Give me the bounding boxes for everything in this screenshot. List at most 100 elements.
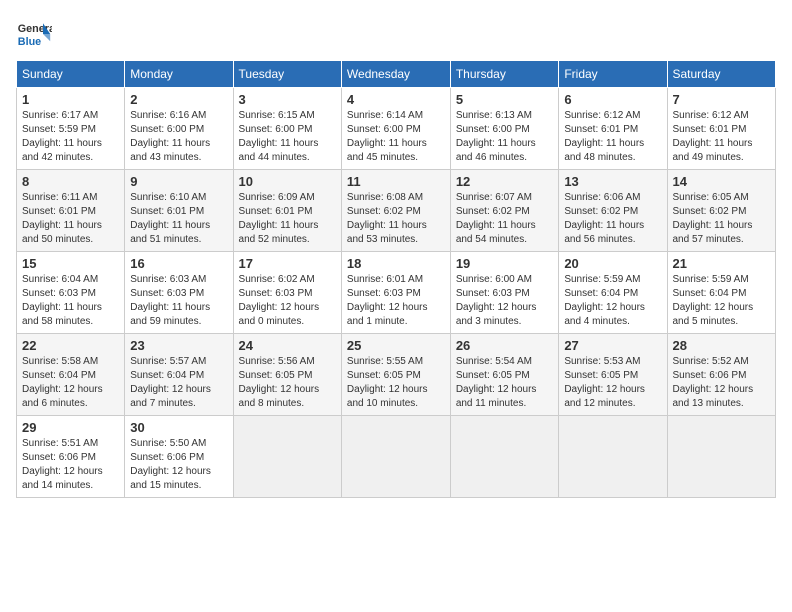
calendar-week-row: 29Sunrise: 5:51 AMSunset: 6:06 PMDayligh… xyxy=(17,416,776,498)
cell-info: Sunrise: 5:57 AMSunset: 6:04 PMDaylight:… xyxy=(130,355,227,411)
cell-info: Sunrise: 5:51 AMSunset: 6:06 PMDaylight:… xyxy=(22,437,119,493)
day-number: 13 xyxy=(564,174,661,189)
cell-info: Sunrise: 5:56 AMSunset: 6:05 PMDaylight:… xyxy=(239,355,336,411)
calendar-cell: 10 Sunrise: 6:09 AMSunset: 6:01 PMDayligh… xyxy=(233,170,341,252)
day-number: 25 xyxy=(347,338,445,353)
calendar-week-row: 1 Sunrise: 6:17 AMSunset: 5:59 PMDaylight… xyxy=(17,88,776,170)
calendar-cell: 7Sunrise: 6:12 AMSunset: 6:01 PMDaylight… xyxy=(667,88,776,170)
calendar-cell: 23 Sunrise: 5:57 AMSunset: 6:04 PMDayligh… xyxy=(125,334,233,416)
calendar-cell: 20 Sunrise: 5:59 AMSunset: 6:04 PMDayligh… xyxy=(559,252,667,334)
day-number: 15 xyxy=(22,256,119,271)
day-number: 30 xyxy=(130,420,227,435)
day-number: 3 xyxy=(239,92,336,107)
cell-info: Sunrise: 6:14 AMSunset: 6:00 PMDaylight:… xyxy=(347,109,445,165)
day-number: 2 xyxy=(130,92,227,107)
day-number: 7 xyxy=(673,92,771,107)
dow-header: Wednesday xyxy=(341,61,450,88)
calendar-cell: 26 Sunrise: 5:54 AMSunset: 6:05 PMDayligh… xyxy=(450,334,559,416)
calendar-week-row: 8 Sunrise: 6:11 AMSunset: 6:01 PMDaylight… xyxy=(17,170,776,252)
day-number: 18 xyxy=(347,256,445,271)
calendar-cell: 2 Sunrise: 6:16 AMSunset: 6:00 PMDaylight… xyxy=(125,88,233,170)
cell-info: Sunrise: 6:17 AMSunset: 5:59 PMDaylight:… xyxy=(22,109,119,165)
cell-info: Sunrise: 6:11 AMSunset: 6:01 PMDaylight:… xyxy=(22,191,119,247)
calendar-cell: 18 Sunrise: 6:01 AMSunset: 6:03 PMDayligh… xyxy=(341,252,450,334)
day-number: 20 xyxy=(564,256,661,271)
day-number: 19 xyxy=(456,256,554,271)
dow-header: Friday xyxy=(559,61,667,88)
cell-info: Sunrise: 5:53 AMSunset: 6:05 PMDaylight:… xyxy=(564,355,661,411)
calendar-cell: 1 Sunrise: 6:17 AMSunset: 5:59 PMDaylight… xyxy=(17,88,125,170)
calendar-cell: 30 Sunrise: 5:50 AMSunset: 6:06 PMDayligh… xyxy=(125,416,233,498)
calendar-cell: 14 Sunrise: 6:05 AMSunset: 6:02 PMDayligh… xyxy=(667,170,776,252)
dow-header: Sunday xyxy=(17,61,125,88)
cell-info: Sunrise: 6:13 AMSunset: 6:00 PMDaylight:… xyxy=(456,109,554,165)
day-number: 16 xyxy=(130,256,227,271)
cell-info: Sunrise: 5:50 AMSunset: 6:06 PMDaylight:… xyxy=(130,437,227,493)
calendar-week-row: 15 Sunrise: 6:04 AMSunset: 6:03 PMDayligh… xyxy=(17,252,776,334)
calendar-cell: 9 Sunrise: 6:10 AMSunset: 6:01 PMDaylight… xyxy=(125,170,233,252)
calendar-cell: 19Sunrise: 6:00 AMSunset: 6:03 PMDayligh… xyxy=(450,252,559,334)
day-number: 1 xyxy=(22,92,119,107)
cell-info: Sunrise: 6:10 AMSunset: 6:01 PMDaylight:… xyxy=(130,191,227,247)
cell-info: Sunrise: 5:58 AMSunset: 6:04 PMDaylight:… xyxy=(22,355,119,411)
calendar-cell xyxy=(667,416,776,498)
cell-info: Sunrise: 5:52 AMSunset: 6:06 PMDaylight:… xyxy=(673,355,771,411)
day-number: 26 xyxy=(456,338,554,353)
calendar-cell: 16 Sunrise: 6:03 AMSunset: 6:03 PMDayligh… xyxy=(125,252,233,334)
cell-info: Sunrise: 6:04 AMSunset: 6:03 PMDaylight:… xyxy=(22,273,119,329)
calendar-week-row: 22 Sunrise: 5:58 AMSunset: 6:04 PMDayligh… xyxy=(17,334,776,416)
day-number: 10 xyxy=(239,174,336,189)
calendar-cell: 13 Sunrise: 6:06 AMSunset: 6:02 PMDayligh… xyxy=(559,170,667,252)
calendar-cell xyxy=(233,416,341,498)
calendar-cell xyxy=(450,416,559,498)
calendar-cell: 24 Sunrise: 5:56 AMSunset: 6:05 PMDayligh… xyxy=(233,334,341,416)
cell-info: Sunrise: 5:59 AMSunset: 6:04 PMDaylight:… xyxy=(564,273,661,329)
day-number: 24 xyxy=(239,338,336,353)
day-number: 6 xyxy=(564,92,661,107)
day-number: 5 xyxy=(456,92,554,107)
day-number: 21 xyxy=(673,256,771,271)
day-number: 14 xyxy=(673,174,771,189)
calendar-cell: 29Sunrise: 5:51 AMSunset: 6:06 PMDayligh… xyxy=(17,416,125,498)
cell-info: Sunrise: 6:01 AMSunset: 6:03 PMDaylight:… xyxy=(347,273,445,329)
calendar-cell: 4 Sunrise: 6:14 AMSunset: 6:00 PMDaylight… xyxy=(341,88,450,170)
calendar-body: 1 Sunrise: 6:17 AMSunset: 5:59 PMDaylight… xyxy=(17,88,776,498)
calendar-cell: 22 Sunrise: 5:58 AMSunset: 6:04 PMDayligh… xyxy=(17,334,125,416)
cell-info: Sunrise: 6:06 AMSunset: 6:02 PMDaylight:… xyxy=(564,191,661,247)
calendar-cell: 12 Sunrise: 6:07 AMSunset: 6:02 PMDayligh… xyxy=(450,170,559,252)
calendar-cell: 3 Sunrise: 6:15 AMSunset: 6:00 PMDaylight… xyxy=(233,88,341,170)
cell-info: Sunrise: 6:16 AMSunset: 6:00 PMDaylight:… xyxy=(130,109,227,165)
cell-info: Sunrise: 6:15 AMSunset: 6:00 PMDaylight:… xyxy=(239,109,336,165)
dow-header: Tuesday xyxy=(233,61,341,88)
cell-info: Sunrise: 6:07 AMSunset: 6:02 PMDaylight:… xyxy=(456,191,554,247)
calendar-cell xyxy=(341,416,450,498)
dow-header: Monday xyxy=(125,61,233,88)
day-number: 12 xyxy=(456,174,554,189)
logo: General Blue xyxy=(16,16,52,52)
cell-info: Sunrise: 6:03 AMSunset: 6:03 PMDaylight:… xyxy=(130,273,227,329)
page-header: General Blue xyxy=(16,16,776,52)
calendar-table: SundayMondayTuesdayWednesdayThursdayFrid… xyxy=(16,60,776,498)
day-number: 27 xyxy=(564,338,661,353)
calendar-cell: 15 Sunrise: 6:04 AMSunset: 6:03 PMDayligh… xyxy=(17,252,125,334)
cell-info: Sunrise: 5:54 AMSunset: 6:05 PMDaylight:… xyxy=(456,355,554,411)
cell-info: Sunrise: 6:09 AMSunset: 6:01 PMDaylight:… xyxy=(239,191,336,247)
day-number: 9 xyxy=(130,174,227,189)
calendar-cell: 27 Sunrise: 5:53 AMSunset: 6:05 PMDayligh… xyxy=(559,334,667,416)
logo-icon: General Blue xyxy=(16,16,52,52)
cell-info: Sunrise: 5:55 AMSunset: 6:05 PMDaylight:… xyxy=(347,355,445,411)
dow-header: Saturday xyxy=(667,61,776,88)
calendar-cell: 6Sunrise: 6:12 AMSunset: 6:01 PMDaylight… xyxy=(559,88,667,170)
calendar-cell: 28Sunrise: 5:52 AMSunset: 6:06 PMDayligh… xyxy=(667,334,776,416)
day-number: 4 xyxy=(347,92,445,107)
cell-info: Sunrise: 5:59 AMSunset: 6:04 PMDaylight:… xyxy=(673,273,771,329)
cell-info: Sunrise: 6:08 AMSunset: 6:02 PMDaylight:… xyxy=(347,191,445,247)
day-number: 11 xyxy=(347,174,445,189)
day-number: 22 xyxy=(22,338,119,353)
cell-info: Sunrise: 6:05 AMSunset: 6:02 PMDaylight:… xyxy=(673,191,771,247)
dow-header: Thursday xyxy=(450,61,559,88)
cell-info: Sunrise: 6:02 AMSunset: 6:03 PMDaylight:… xyxy=(239,273,336,329)
day-number: 23 xyxy=(130,338,227,353)
calendar-cell: 21 Sunrise: 5:59 AMSunset: 6:04 PMDayligh… xyxy=(667,252,776,334)
day-number: 8 xyxy=(22,174,119,189)
